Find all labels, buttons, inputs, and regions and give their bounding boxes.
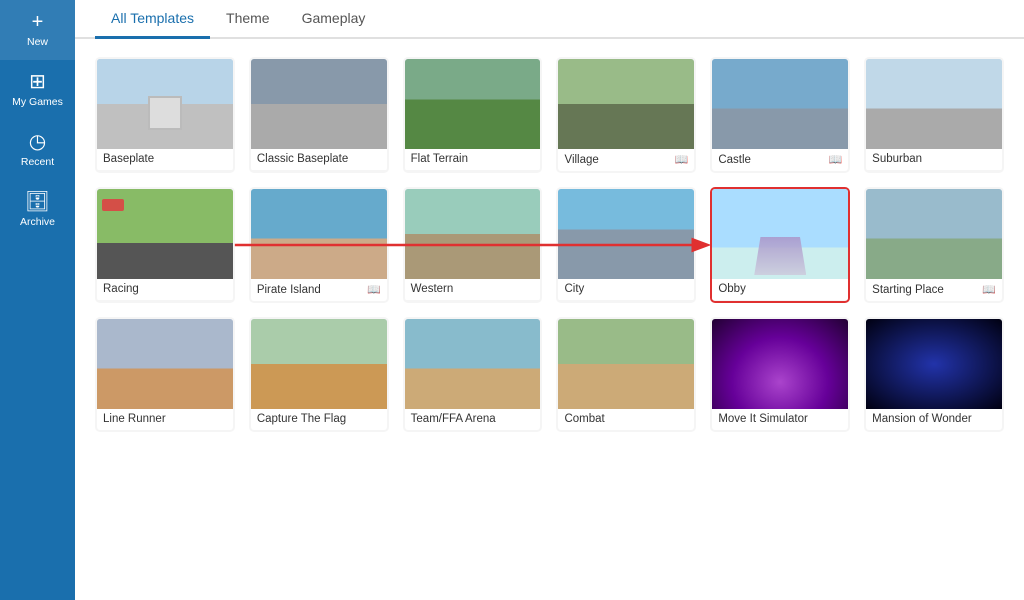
- book-icon-pirate-island: 📖: [367, 283, 381, 296]
- template-label-city: City: [558, 279, 694, 300]
- recent-icon: ◷: [29, 132, 46, 152]
- main-content: All Templates Theme Gameplay: [75, 0, 1024, 600]
- template-label-suburban: Suburban: [866, 149, 1002, 170]
- template-label-village: Village 📖: [558, 149, 694, 171]
- template-thumb-combat: [558, 319, 694, 409]
- template-card-combat[interactable]: Combat: [556, 317, 696, 432]
- templates-scroll-area: Baseplate Classic Baseplate: [75, 39, 1024, 600]
- template-thumb-classic-baseplate: [251, 59, 387, 149]
- template-label-line-runner: Line Runner: [97, 409, 233, 430]
- template-label-racing: Racing: [97, 279, 233, 300]
- games-icon: ⊞: [29, 72, 46, 92]
- template-label-obby: Obby: [712, 279, 848, 300]
- sidebar-item-archive[interactable]: 🗄 Archive: [0, 180, 75, 240]
- sidebar-item-label: New: [27, 36, 48, 48]
- template-label-capture-the-flag: Capture The Flag: [251, 409, 387, 430]
- archive-icon: 🗄: [25, 192, 50, 212]
- template-thumb-village: [558, 59, 694, 149]
- book-icon-village: 📖: [675, 153, 689, 166]
- sidebar-item-recent[interactable]: ◷ Recent: [0, 120, 75, 180]
- template-card-starting-place[interactable]: Starting Place 📖: [864, 187, 1004, 303]
- template-thumb-starting-place: [866, 189, 1002, 279]
- template-label-classic-baseplate: Classic Baseplate: [251, 149, 387, 170]
- templates-grid: Baseplate Classic Baseplate: [95, 57, 1004, 432]
- template-card-village[interactable]: Village 📖: [556, 57, 696, 173]
- template-thumb-team-ffa-arena: [405, 319, 541, 409]
- template-card-flat-terrain[interactable]: Flat Terrain: [403, 57, 543, 173]
- template-thumb-city: [558, 189, 694, 279]
- sidebar-item-my-games[interactable]: ⊞ My Games: [0, 60, 75, 120]
- template-card-capture-the-flag[interactable]: Capture The Flag: [249, 317, 389, 432]
- template-card-city[interactable]: City: [556, 187, 696, 303]
- template-thumb-obby: [712, 189, 848, 279]
- template-card-western[interactable]: Western: [403, 187, 543, 303]
- tab-bar: All Templates Theme Gameplay: [75, 0, 1024, 39]
- template-label-pirate-island: Pirate Island 📖: [251, 279, 387, 301]
- sidebar-item-label: My Games: [12, 96, 63, 108]
- book-icon-starting-place: 📖: [982, 283, 996, 296]
- template-thumb-pirate-island: [251, 189, 387, 279]
- template-label-mansion-of-wonder: Mansion of Wonder: [866, 409, 1002, 430]
- book-icon-castle: 📖: [828, 153, 842, 166]
- template-label-team-ffa-arena: Team/FFA Arena: [405, 409, 541, 430]
- template-card-mansion-of-wonder[interactable]: Mansion of Wonder: [864, 317, 1004, 432]
- template-card-obby[interactable]: Obby: [710, 187, 850, 303]
- tab-theme[interactable]: Theme: [210, 0, 286, 39]
- template-card-line-runner[interactable]: Line Runner: [95, 317, 235, 432]
- sidebar-item-new[interactable]: + New: [0, 0, 75, 60]
- template-label-castle: Castle 📖: [712, 149, 848, 171]
- template-card-classic-baseplate[interactable]: Classic Baseplate: [249, 57, 389, 173]
- tab-all-templates[interactable]: All Templates: [95, 0, 210, 39]
- template-thumb-western: [405, 189, 541, 279]
- sidebar: + New ⊞ My Games ◷ Recent 🗄 Archive: [0, 0, 75, 600]
- template-thumb-mansion-of-wonder: [866, 319, 1002, 409]
- template-thumb-line-runner: [97, 319, 233, 409]
- sidebar-item-label: Recent: [21, 156, 54, 168]
- template-thumb-baseplate: [97, 59, 233, 149]
- template-card-baseplate[interactable]: Baseplate: [95, 57, 235, 173]
- template-label-baseplate: Baseplate: [97, 149, 233, 170]
- template-thumb-racing: [97, 189, 233, 279]
- template-card-suburban[interactable]: Suburban: [864, 57, 1004, 173]
- tab-gameplay[interactable]: Gameplay: [286, 0, 382, 39]
- template-label-move-it-simulator: Move It Simulator: [712, 409, 848, 430]
- template-thumb-move-it-simulator: [712, 319, 848, 409]
- template-label-flat-terrain: Flat Terrain: [405, 149, 541, 170]
- template-label-western: Western: [405, 279, 541, 300]
- template-card-racing[interactable]: Racing: [95, 187, 235, 303]
- plus-icon: +: [32, 12, 44, 32]
- template-thumb-flat-terrain: [405, 59, 541, 149]
- grid-wrapper: Baseplate Classic Baseplate: [95, 57, 1004, 432]
- template-label-combat: Combat: [558, 409, 694, 430]
- template-card-move-it-simulator[interactable]: Move It Simulator: [710, 317, 850, 432]
- sidebar-item-label: Archive: [20, 216, 55, 228]
- template-thumb-capture-the-flag: [251, 319, 387, 409]
- template-card-team-ffa-arena[interactable]: Team/FFA Arena: [403, 317, 543, 432]
- template-thumb-castle: [712, 59, 848, 149]
- template-card-castle[interactable]: Castle 📖: [710, 57, 850, 173]
- template-label-starting-place: Starting Place 📖: [866, 279, 1002, 301]
- template-card-pirate-island[interactable]: Pirate Island 📖: [249, 187, 389, 303]
- template-thumb-suburban: [866, 59, 1002, 149]
